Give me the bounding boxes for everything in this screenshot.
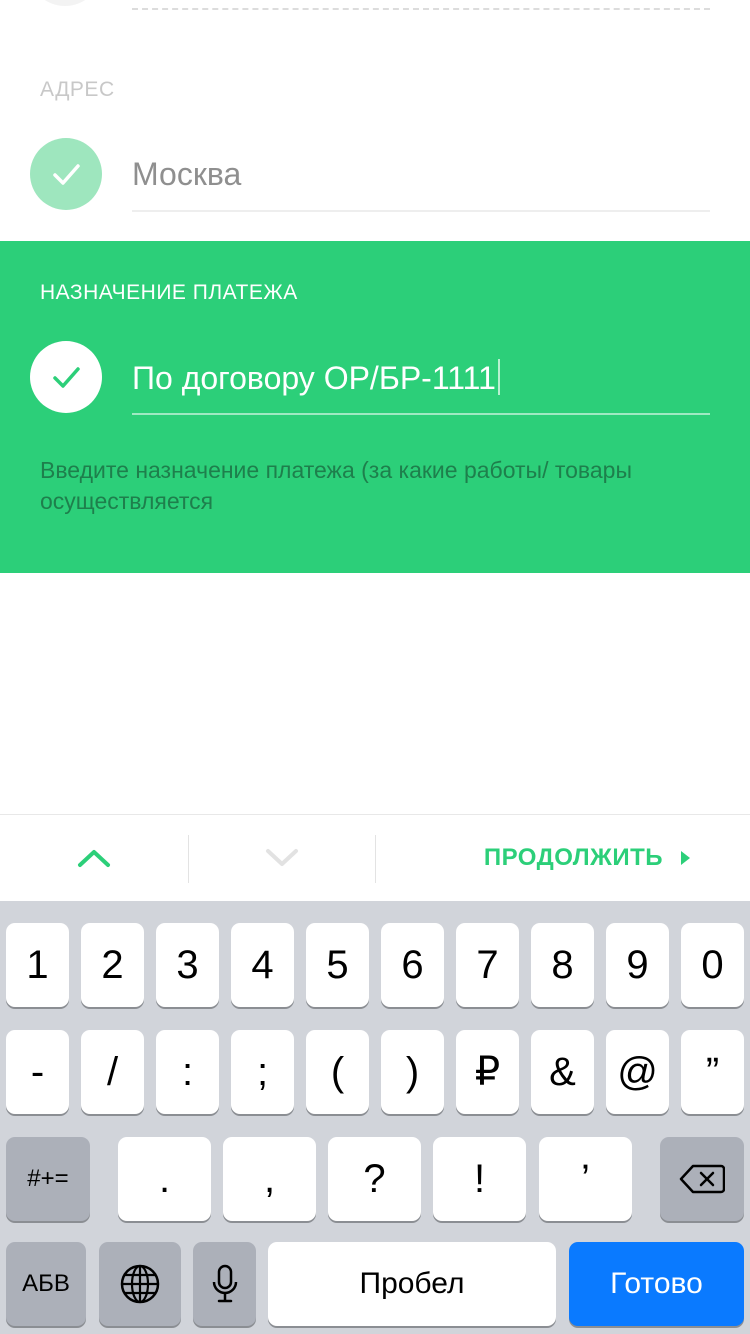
text-caret: [497, 359, 500, 395]
key-at[interactable]: @: [606, 1030, 669, 1114]
toolbar-separator: [375, 835, 376, 883]
key-slash[interactable]: /: [81, 1030, 144, 1114]
payment-purpose-underline: [132, 413, 710, 415]
space-key[interactable]: Пробел: [268, 1242, 556, 1326]
key-open-paren[interactable]: (: [306, 1030, 369, 1114]
key-1[interactable]: 1: [6, 923, 69, 1007]
address-input[interactable]: Москва: [132, 156, 241, 193]
key-4[interactable]: 4: [231, 923, 294, 1007]
microphone-icon: [212, 1264, 237, 1303]
payment-purpose-input[interactable]: По договору ОР/БР-1111: [132, 359, 500, 397]
done-key[interactable]: Готово: [569, 1242, 744, 1326]
backspace-icon: [679, 1164, 725, 1194]
dashed-divider: [132, 8, 710, 10]
key-semicolon[interactable]: ;: [231, 1030, 294, 1114]
address-check-icon: [30, 138, 102, 210]
continue-label: ПРОДОЛЖИТЬ: [483, 844, 663, 871]
key-8[interactable]: 8: [531, 923, 594, 1007]
globe-icon: [120, 1264, 160, 1304]
previous-field-icon: [30, 0, 100, 6]
payment-purpose-value: По договору ОР/БР-1111: [132, 360, 496, 396]
key-7[interactable]: 7: [456, 923, 519, 1007]
payment-purpose-section: НАЗНАЧЕНИЕ ПЛАТЕЖА По договору ОР/БР-111…: [0, 241, 750, 573]
chevron-up-icon: [78, 850, 110, 867]
address-underline: [132, 210, 710, 212]
previous-field-button[interactable]: [0, 815, 188, 901]
key-apostrophe[interactable]: ’: [539, 1137, 632, 1221]
key-hyphen[interactable]: -: [6, 1030, 69, 1114]
address-label: АДРЕС: [40, 78, 115, 101]
key-colon[interactable]: :: [156, 1030, 219, 1114]
key-period[interactable]: .: [118, 1137, 211, 1221]
address-section: АДРЕС Москва: [0, 40, 750, 240]
next-field-button[interactable]: [189, 815, 375, 901]
chevron-down-icon: [266, 849, 298, 866]
payment-purpose-hint: Введите назначение платежа (за какие раб…: [40, 457, 632, 514]
previous-field-fragment: [0, 0, 750, 40]
key-2[interactable]: 2: [81, 923, 144, 1007]
key-quote[interactable]: ”: [681, 1030, 744, 1114]
key-9[interactable]: 9: [606, 923, 669, 1007]
key-question[interactable]: ?: [328, 1137, 421, 1221]
keyboard-accessory-toolbar: ПРОДОЛЖИТЬ: [0, 814, 750, 902]
key-ampersand[interactable]: &: [531, 1030, 594, 1114]
key-5[interactable]: 5: [306, 923, 369, 1007]
symbols-mode-key[interactable]: #+=: [6, 1137, 90, 1221]
payment-purpose-check-icon: [30, 341, 102, 413]
key-ruble[interactable]: ₽: [456, 1030, 519, 1114]
key-comma[interactable]: ,: [223, 1137, 316, 1221]
abc-mode-key[interactable]: АБВ: [6, 1242, 86, 1326]
dictation-key[interactable]: [193, 1242, 256, 1326]
key-3[interactable]: 3: [156, 923, 219, 1007]
globe-key[interactable]: [99, 1242, 181, 1326]
key-close-paren[interactable]: ): [381, 1030, 444, 1114]
backspace-key[interactable]: [660, 1137, 744, 1221]
payment-purpose-label: НАЗНАЧЕНИЕ ПЛАТЕЖА: [40, 281, 298, 304]
continue-button[interactable]: ПРОДОЛЖИТЬ: [484, 815, 690, 901]
key-6[interactable]: 6: [381, 923, 444, 1007]
keyboard: 1 2 3 4 5 6 7 8 9 0 - / : ; ( ) ₽ & @ ” …: [0, 901, 750, 1334]
key-0[interactable]: 0: [681, 923, 744, 1007]
key-exclamation[interactable]: !: [433, 1137, 526, 1221]
play-arrow-icon: [681, 851, 690, 865]
